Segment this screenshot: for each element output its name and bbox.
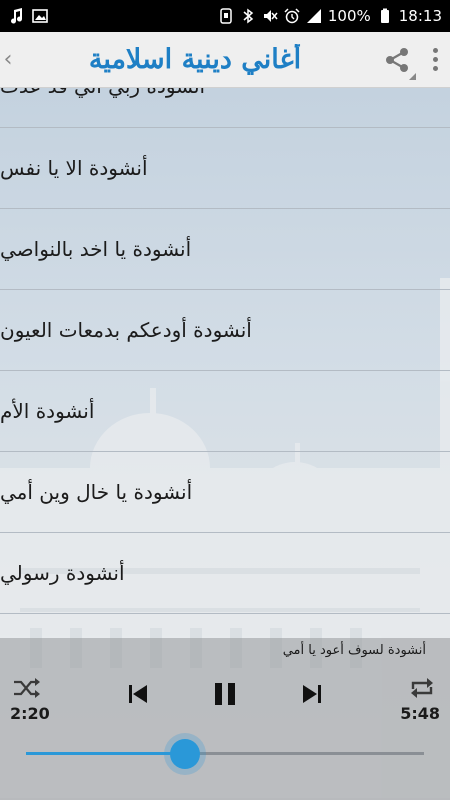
- seek-bar-progress: [26, 752, 186, 755]
- now-playing-title: أنشودة لسوف أعود يا أمي: [282, 643, 426, 658]
- chevron-left-icon[interactable]: ‹: [0, 32, 16, 88]
- battery-icon: [377, 8, 393, 24]
- list-item-label: أنشودة الأم: [0, 399, 95, 423]
- list-item[interactable]: أنشودة رسولي: [0, 533, 450, 614]
- seek-bar[interactable]: [26, 752, 424, 755]
- more-vert-icon[interactable]: [420, 32, 450, 88]
- list-item-label: أنشودة ربي اني قد عدت: [0, 88, 205, 98]
- status-bar: 100% 18:13: [0, 0, 450, 32]
- elapsed-time: 2:20: [10, 704, 50, 723]
- list-item[interactable]: أنشودة الا يا نفس: [0, 128, 450, 209]
- list-item[interactable]: أنشودة يا اخد بالنواصي: [0, 209, 450, 290]
- list-item[interactable]: أنشودة الأم: [0, 371, 450, 452]
- app-bar: ‹ أغاني دينية اسلامية: [0, 32, 450, 88]
- list-item-label: أنشودة الا يا نفس: [0, 156, 148, 180]
- list-item-label: أنشودة أودعكم بدمعات العيون: [0, 318, 252, 342]
- list-item[interactable]: أنشودة ربي اني قد عدت: [0, 88, 450, 128]
- image-icon: [32, 8, 48, 24]
- music-player: أنشودة لسوف أعود يا أمي 2:20 5:48: [0, 638, 450, 800]
- list-item[interactable]: أنشودة أودعكم بدمعات العيون: [0, 290, 450, 371]
- repeat-icon[interactable]: [408, 675, 436, 701]
- list-item-label: أنشودة يا خال وين أمي: [0, 480, 193, 504]
- corner-triangle: [409, 72, 416, 80]
- clock: 18:13: [398, 7, 442, 25]
- pause-icon[interactable]: [211, 680, 239, 708]
- nfc-icon: [218, 8, 234, 24]
- bluetooth-icon: [240, 8, 256, 24]
- mute-icon: [262, 8, 278, 24]
- music-note-icon: [8, 8, 24, 24]
- battery-percent: 100%: [327, 7, 371, 25]
- list-item-label: أنشودة يا اخد بالنواصي: [0, 237, 192, 261]
- shuffle-icon[interactable]: [12, 676, 42, 700]
- share-icon: [383, 46, 411, 74]
- app-title: أغاني دينية اسلامية: [88, 44, 302, 75]
- share-button[interactable]: [374, 32, 420, 88]
- previous-icon[interactable]: [126, 682, 150, 706]
- seek-bar-thumb[interactable]: [170, 739, 201, 769]
- list-item-label: أنشودة رسولي: [0, 561, 125, 585]
- signal-icon: [306, 8, 322, 24]
- duration-time: 5:48: [400, 704, 440, 723]
- alarm-icon: [284, 8, 300, 24]
- song-list: أنشودة ربي اني قد عدت أنشودة الا يا نفس …: [0, 88, 450, 638]
- next-icon[interactable]: [300, 682, 324, 706]
- list-item[interactable]: أنشودة يا خال وين أمي: [0, 452, 450, 533]
